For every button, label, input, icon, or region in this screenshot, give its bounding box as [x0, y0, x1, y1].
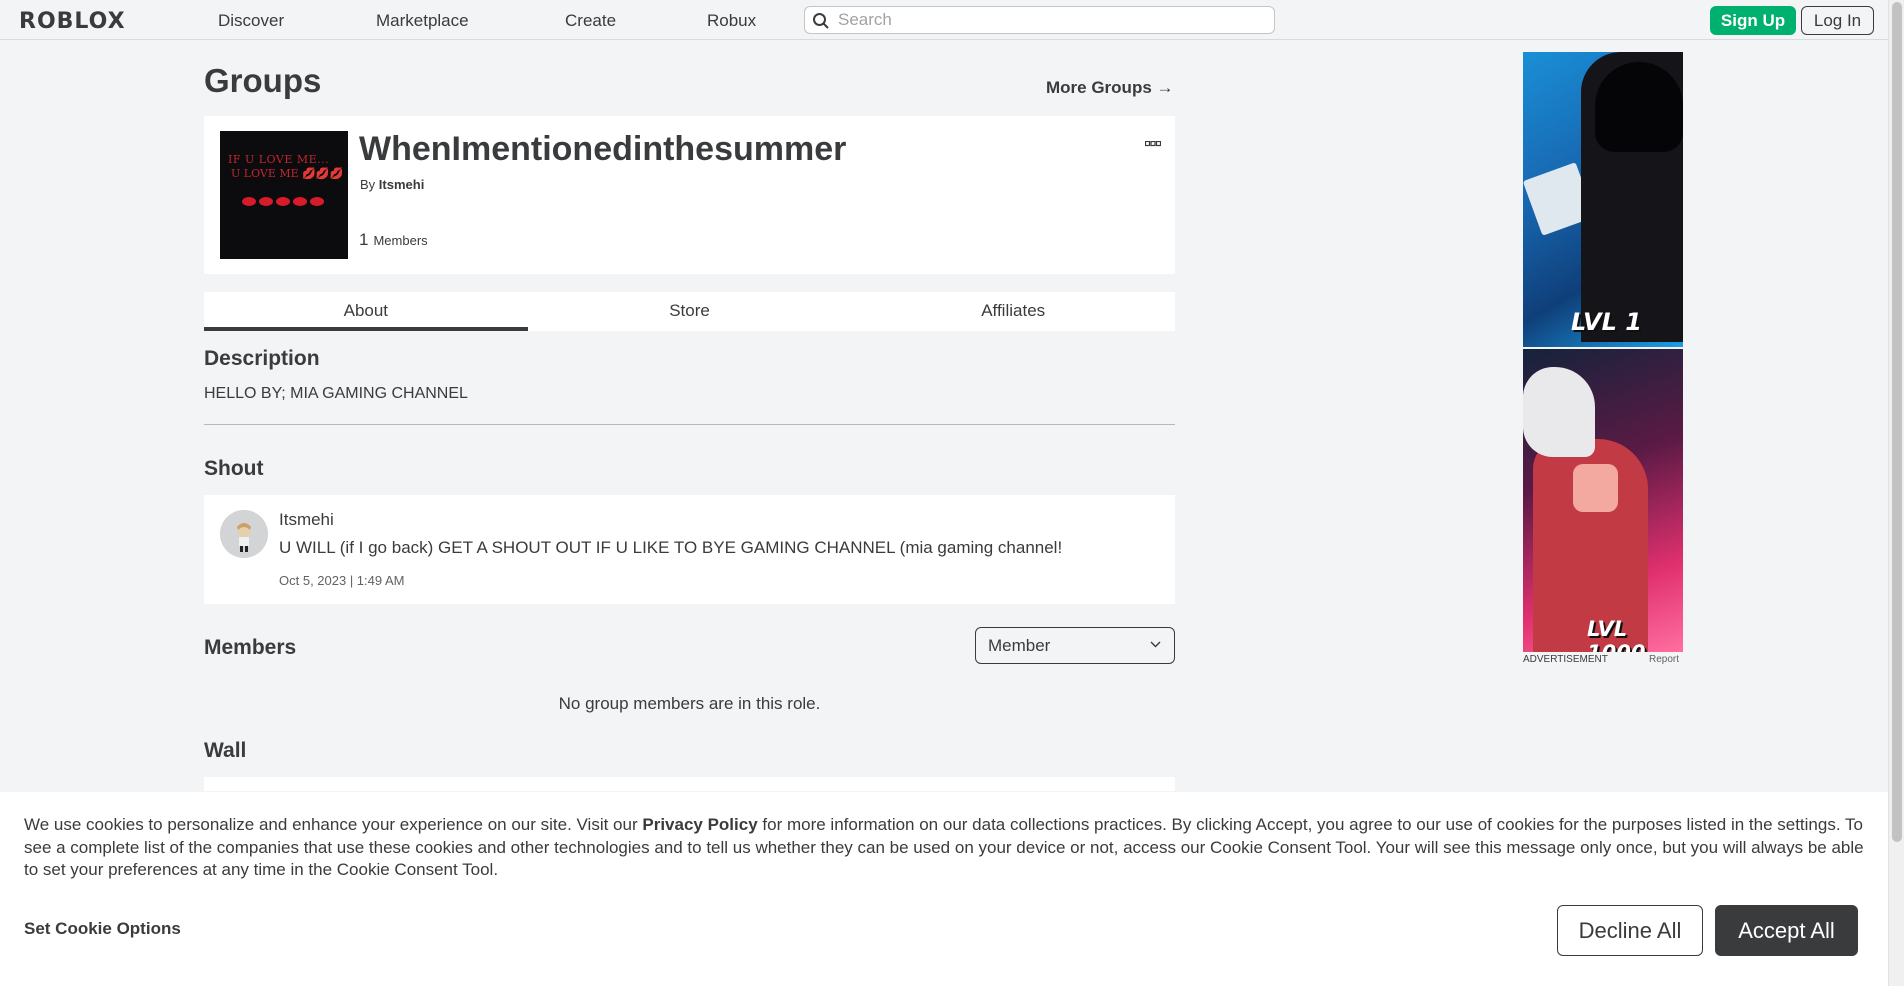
shout-author-link[interactable]: Itsmehi — [279, 510, 334, 530]
sign-up-button[interactable]: Sign Up — [1710, 6, 1796, 35]
empty-members-message: No group members are in this role. — [558, 694, 821, 713]
nav-discover[interactable]: Discover — [218, 11, 284, 31]
cookie-message: We use cookies to personalize and enhanc… — [24, 814, 1869, 882]
more-options-icon[interactable] — [1144, 134, 1162, 150]
ad-shield-icon — [1573, 464, 1618, 512]
members-title: Members — [204, 636, 297, 659]
advertisement-label: ADVERTISEMENT — [1523, 654, 1608, 665]
more-groups-link[interactable]: More Groups → — [1046, 78, 1174, 98]
wall-card — [204, 777, 1175, 791]
group-emblem-image: IF U LOVE ME... U LOVE ME 💋💋💋 — [220, 131, 348, 259]
shout-title: Shout — [204, 457, 264, 480]
emblem-text-line2: U LOVE ME 💋💋💋 — [231, 167, 344, 180]
section-divider — [204, 424, 1175, 425]
group-member-count: 1 Members — [359, 230, 428, 250]
search-icon — [813, 13, 829, 29]
description-text: HELLO BY; MIA GAMING CHANNEL — [204, 385, 468, 402]
cookie-consent-banner: We use cookies to personalize and enhanc… — [0, 792, 1888, 986]
role-select-dropdown[interactable]: Member — [975, 627, 1175, 664]
wall-title: Wall — [204, 739, 247, 762]
lips-icon — [242, 197, 324, 206]
avatar[interactable] — [220, 510, 268, 558]
shout-timestamp: Oct 5, 2023 | 1:49 AM — [279, 573, 405, 588]
nav-create[interactable]: Create — [565, 11, 616, 31]
ad-report-link[interactable]: Report — [1649, 654, 1679, 665]
ad-level-bottom: LVL 1000 — [1587, 617, 1645, 652]
nav-robux[interactable]: Robux — [707, 11, 756, 31]
group-tabs: About Store Affiliates — [204, 292, 1175, 331]
search-box — [804, 6, 1275, 34]
ad-panel-bottom: LVL 1000 — [1523, 349, 1683, 652]
group-header-card: IF U LOVE ME... U LOVE ME 💋💋💋 WhenImenti… — [204, 116, 1175, 274]
group-owner-line: By Itsmehi — [360, 177, 424, 192]
role-select-value: Member — [988, 636, 1051, 655]
member-count-value: 1 — [359, 230, 369, 249]
set-cookie-options-link[interactable]: Set Cookie Options — [24, 919, 181, 939]
search-input[interactable] — [838, 10, 1258, 30]
top-navigation-bar: ROBLOX Discover Marketplace Create Robux… — [0, 0, 1888, 40]
emblem-text-line1: IF U LOVE ME... — [228, 153, 330, 166]
advertisement-banner[interactable]: LVL 1 LVL 1000 — [1523, 52, 1683, 652]
members-label: Members — [373, 233, 428, 248]
cookie-text-before: We use cookies to personalize and enhanc… — [24, 815, 643, 834]
decline-all-button[interactable]: Decline All — [1557, 905, 1703, 956]
log-in-button[interactable]: Log In — [1801, 6, 1874, 35]
shout-card: Itsmehi U WILL (if I go back) GET A SHOU… — [204, 495, 1175, 604]
group-owner-link[interactable]: Itsmehi — [379, 177, 425, 192]
description-title: Description — [204, 347, 320, 370]
by-prefix: By — [360, 177, 376, 192]
ad-level-top: LVL 1 — [1571, 308, 1642, 336]
page-title: Groups — [204, 62, 322, 99]
ad-character-white-hair — [1523, 367, 1595, 457]
tab-store[interactable]: Store — [528, 292, 852, 331]
page-scrollbar[interactable] — [1888, 0, 1904, 986]
accept-all-button[interactable]: Accept All — [1715, 905, 1858, 956]
scrollbar-thumb[interactable] — [1892, 2, 1902, 842]
roblox-logo[interactable]: ROBLOX — [19, 9, 126, 34]
privacy-policy-link[interactable]: Privacy Policy — [642, 815, 757, 834]
ad-panel-top: LVL 1 — [1523, 52, 1683, 347]
shout-message: U WILL (if I go back) GET A SHOUT OUT IF… — [279, 538, 1063, 557]
nav-marketplace[interactable]: Marketplace — [376, 11, 469, 31]
chevron-down-icon — [1150, 641, 1161, 648]
group-name: WhenImentionedinthesummer — [359, 130, 847, 168]
tab-affiliates[interactable]: Affiliates — [851, 292, 1175, 331]
tab-about[interactable]: About — [204, 292, 528, 331]
ad-character-hair — [1595, 62, 1683, 152]
